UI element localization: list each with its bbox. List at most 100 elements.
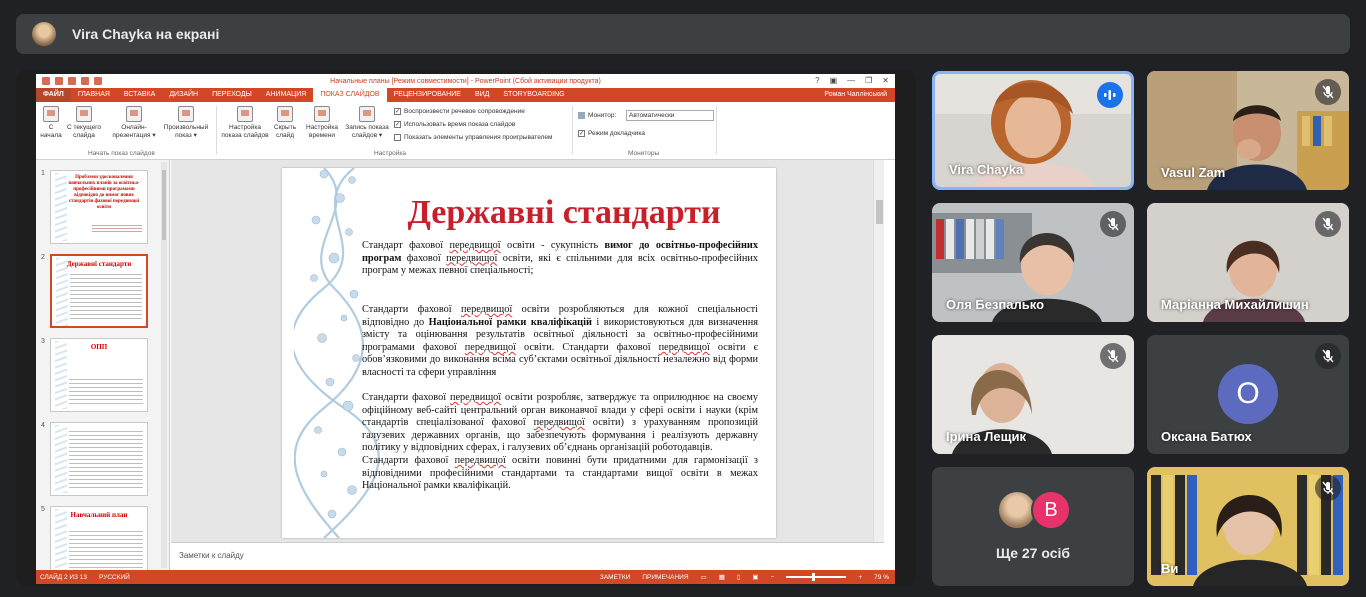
participant-avatar-letter: О [1218, 364, 1278, 424]
thumb-text-lines [69, 431, 143, 491]
participant-tile-oksana-batiukh[interactable]: О Оксана Батюх [1147, 335, 1349, 454]
slide-paragraph-1: Стандарт фахової передвищої освіти - сук… [362, 240, 758, 277]
ribbon-display-icon[interactable]: ▣ [830, 76, 838, 85]
participant-name: Оля Безпалько [946, 297, 1045, 312]
participant-tile-olia-bezpalko[interactable]: Оля Безпалько [932, 203, 1134, 322]
thumb-number: 3 [41, 338, 45, 345]
slide-thumbnail-3[interactable]: ОПП [50, 338, 148, 412]
signed-in-user[interactable]: Роман Чаплінський [824, 88, 887, 102]
participant-tile-vira-chayka[interactable]: Vira Chayka [932, 71, 1134, 190]
participant-tile-marianna[interactable]: Маріанна Михайлишин [1147, 203, 1349, 322]
tab-file[interactable]: ФАЙЛ [36, 88, 71, 102]
record-icon [359, 106, 375, 122]
minimize-icon[interactable]: — [847, 76, 855, 85]
slideshow-start-icon [43, 106, 59, 122]
tab-review[interactable]: РЕЦЕНЗИРОВАНИЕ [387, 88, 468, 102]
notes-toggle[interactable]: ЗАМЕТКИ [600, 574, 630, 581]
close-icon[interactable]: ✕ [882, 76, 889, 85]
slide-counter: СЛАЙД 2 ИЗ 13 [40, 573, 88, 581]
slide-notes[interactable]: Заметки к слайду [171, 542, 884, 570]
slide-editing-area: Державні стандарти Стандарт фахової пере… [171, 160, 884, 542]
zoom-level[interactable]: 79 % [874, 574, 889, 581]
ppt-titlebar: Начальные планы [Режим совместимости] - … [36, 74, 895, 88]
dna-decoration [56, 258, 68, 326]
dna-decoration [55, 173, 67, 241]
comments-toggle[interactable]: ПРИМЕЧАНИЯ [642, 574, 688, 581]
ribbon-divider [216, 106, 217, 154]
participant-tile-self[interactable]: Ви [1147, 467, 1349, 586]
presenter-banner: Vira Chayka на екрані [16, 14, 1350, 54]
language-indicator[interactable]: РУССКИЙ [99, 574, 130, 581]
participant-tile-iryna-leshchyk[interactable]: Ірина Лещик [932, 335, 1134, 454]
slide-thumbnail-4[interactable] [50, 422, 148, 496]
ppt-window-title: Начальные планы [Режим совместимости] - … [330, 77, 601, 85]
normal-view-icon[interactable]: ▭ [701, 573, 707, 581]
more-participants-label: Ще 27 осіб [995, 545, 1071, 561]
group-label-monitors: Мониторы [628, 150, 660, 157]
participant-name: Ірина Лещик [946, 429, 1027, 444]
tab-insert[interactable]: ВСТАВКА [117, 88, 162, 102]
mic-muted-icon [1315, 211, 1341, 237]
thumb-text-lines [69, 531, 143, 570]
reading-view-icon[interactable]: ▯ [737, 573, 741, 581]
from-beginning-button[interactable]: С начала [40, 106, 62, 140]
presenter-avatar [32, 22, 56, 46]
setup-slideshow-button[interactable]: Настройка показа слайдов [220, 106, 270, 140]
slideshow-view-icon[interactable]: ▣ [752, 573, 758, 581]
thumb-number: 1 [41, 170, 45, 177]
checkbox-checked: ✓ [394, 108, 401, 115]
mic-muted-icon [1315, 475, 1341, 501]
restore-icon[interactable]: ❐ [865, 76, 872, 85]
sorter-view-icon[interactable]: ▦ [719, 573, 725, 581]
presenter-view-checkbox[interactable]: ✓ Режим докладчика [578, 130, 645, 137]
use-timings-checkbox[interactable]: ✓ Использовать время показа слайдов [394, 121, 515, 128]
slide-thumbnails-pane: 1 Проблеми удосконалення навчальних план… [36, 160, 170, 570]
thumb-number: 5 [41, 506, 45, 513]
media-controls-checkbox[interactable]: Показать элементы управления проигрывате… [394, 134, 552, 141]
monitor-select[interactable]: Автоматически [626, 110, 714, 121]
checkbox-checked: ✓ [578, 130, 585, 137]
rehearse-timings-button[interactable]: Настройка времени [304, 106, 340, 140]
tab-slideshow[interactable]: ПОКАЗ СЛАЙДОВ [313, 88, 387, 102]
custom-show-button[interactable]: Произвольный показ ▾ [160, 106, 212, 140]
participant-avatar-letter: В [1031, 490, 1071, 530]
setup-slideshow-icon [237, 106, 253, 122]
dna-decoration [55, 341, 67, 409]
narration-checkbox[interactable]: ✓ Воспроизвести речевое сопровождение [394, 108, 525, 115]
slide-title: Державні стандарти [407, 194, 721, 231]
presenter-banner-text: Vira Chayka на екрані [72, 26, 220, 42]
current-slide[interactable]: Державні стандарти Стандарт фахової пере… [282, 168, 776, 538]
tab-design[interactable]: ДИЗАЙН [162, 88, 205, 102]
thumbnails-scrollbar[interactable] [161, 162, 167, 568]
help-icon[interactable]: ? [815, 76, 819, 85]
participant-tile-vasul-zam[interactable]: Vasul Zam [1147, 71, 1349, 190]
thumb-number: 2 [41, 254, 45, 261]
participant-name: Маріанна Михайлишин [1161, 297, 1309, 312]
slide-scrollbar[interactable] [873, 160, 884, 542]
tab-home[interactable]: ГЛАВНАЯ [71, 88, 117, 102]
present-online-button[interactable]: Онлайн-презентация ▾ [108, 106, 160, 140]
tab-storyboarding[interactable]: STORYBOARDING [496, 88, 571, 102]
record-slideshow-button[interactable]: Запись показа слайдов ▾ [342, 106, 392, 140]
from-current-slide-button[interactable]: С текущего слайда [64, 106, 104, 140]
thumb-text-lines [70, 274, 142, 322]
zoom-slider[interactable] [786, 573, 847, 581]
mic-muted-icon [1315, 79, 1341, 105]
zoom-out-icon[interactable]: − [771, 574, 775, 581]
mic-active-icon [1097, 82, 1123, 108]
mic-muted-icon [1100, 211, 1126, 237]
tab-view[interactable]: ВИД [468, 88, 496, 102]
slide-thumbnail-2[interactable]: Державні стандарти [50, 254, 148, 328]
slide-thumbnail-1[interactable]: Проблеми удосконалення навчальних планів… [50, 170, 148, 244]
thumb-text-lines [69, 379, 143, 407]
zoom-in-icon[interactable]: + [858, 574, 862, 581]
slide-thumbnail-5[interactable]: Навчальний план [50, 506, 148, 570]
tab-transitions[interactable]: ПЕРЕХОДЫ [205, 88, 259, 102]
more-participants-tile[interactable]: В Ще 27 осіб [932, 467, 1134, 586]
hide-slide-button[interactable]: Скрыть слайд [270, 106, 300, 140]
present-online-icon [126, 106, 142, 122]
group-label-start: Начать показ слайдов [88, 150, 155, 157]
tab-animations[interactable]: АНИМАЦИЯ [259, 88, 314, 102]
checkbox-unchecked [394, 134, 401, 141]
monitor-label: Монитор: [578, 112, 616, 119]
